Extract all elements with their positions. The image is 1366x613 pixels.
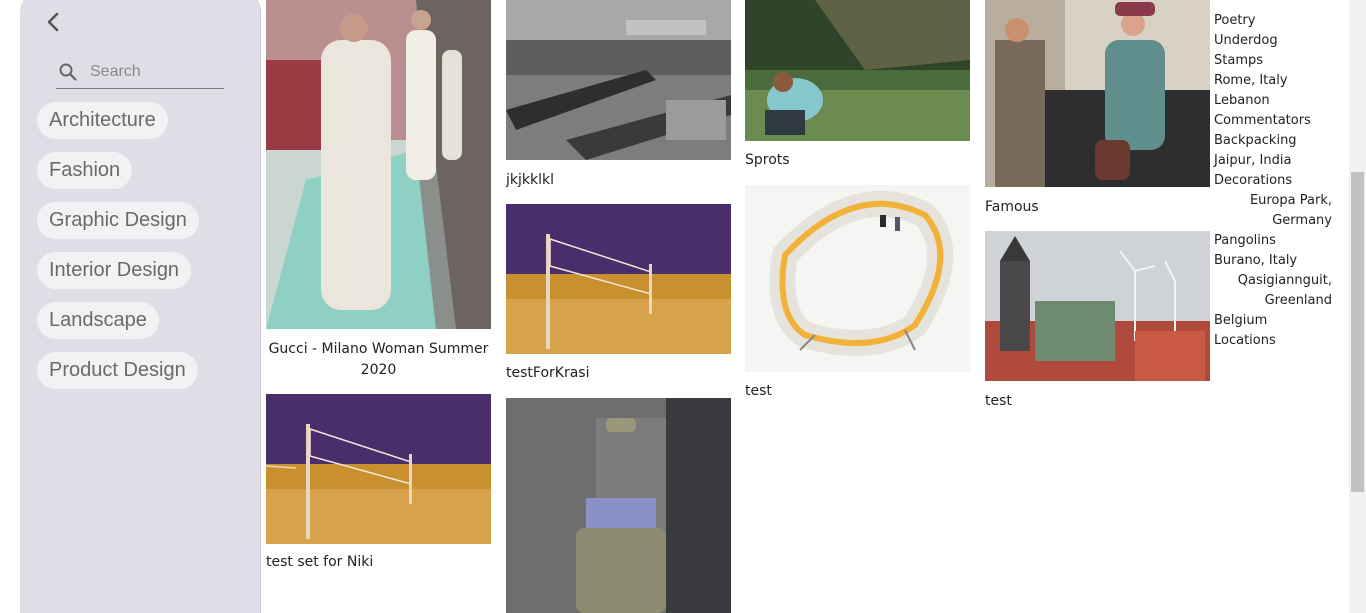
fashion-handbag-image	[506, 398, 731, 613]
collection-card[interactable]: jkjkklkl	[506, 0, 731, 188]
tag-item[interactable]: Locations	[1214, 331, 1344, 351]
historic-harbor-image	[506, 0, 731, 160]
category-chip-landscape[interactable]: Landscape	[37, 302, 159, 339]
tag-item[interactable]: Rome, Italy	[1214, 71, 1344, 91]
search-icon	[59, 63, 77, 81]
card-caption: jkjkklkl	[506, 172, 554, 188]
golf-sand-shot-image	[745, 0, 970, 141]
tag-item[interactable]: Stamps	[1214, 51, 1344, 71]
chevron-left-icon[interactable]	[42, 10, 66, 34]
category-chip-list: Architecture Fashion Graphic Design Inte…	[37, 102, 199, 402]
collection-card[interactable]: testForKrasi	[506, 204, 731, 381]
search-box	[56, 56, 224, 89]
volleyball-net-image	[266, 394, 491, 544]
collection-card[interactable]	[506, 398, 731, 613]
collection-card[interactable]: test	[985, 231, 1210, 409]
card-caption: Gucci - Milano Woman Summer 2020	[268, 341, 489, 378]
search-input[interactable]	[88, 62, 222, 82]
tag-item[interactable]: Backpacking	[1214, 131, 1344, 151]
category-chip-interior-design[interactable]: Interior Design	[37, 252, 192, 289]
collection-card[interactable]: Sprots	[745, 0, 970, 168]
tag-item[interactable]: Poetry	[1214, 11, 1344, 31]
collection-card[interactable]: test set for Niki	[266, 394, 491, 570]
fashion-runway-image	[266, 0, 491, 329]
category-chip-architecture[interactable]: Architecture	[37, 102, 168, 139]
category-sidebar: Architecture Fashion Graphic Design Inte…	[20, 0, 261, 613]
tag-item[interactable]: Qasigiannguit,	[1214, 271, 1344, 291]
tag-item[interactable]: Pangolins	[1214, 231, 1344, 251]
page-scrollbar[interactable]	[1349, 0, 1366, 613]
volleyball-net-image	[506, 204, 731, 354]
card-caption: Famous	[985, 199, 1039, 215]
collection-card[interactable]: Famous	[985, 0, 1210, 215]
bookshelf-product-image	[745, 185, 970, 372]
tag-item[interactable]: Decorations	[1214, 171, 1344, 191]
town-windmills-image	[985, 231, 1210, 381]
card-caption: test	[745, 383, 772, 399]
scrollbar-thumb[interactable]	[1351, 172, 1364, 492]
collection-card[interactable]: test	[745, 185, 970, 399]
card-caption: test	[985, 393, 1012, 409]
tag-item-continued[interactable]: Greenland	[1214, 291, 1344, 311]
tag-item[interactable]: Commentators	[1214, 111, 1344, 131]
tag-item[interactable]: Jaipur, India	[1214, 151, 1344, 171]
card-caption: testForKrasi	[506, 365, 590, 381]
street-photo-image	[985, 0, 1210, 187]
tag-item[interactable]: Lebanon	[1214, 91, 1344, 111]
tag-item[interactable]: Europa Park,	[1214, 191, 1344, 211]
tag-item[interactable]: Burano, Italy	[1214, 251, 1344, 271]
tag-item[interactable]: Belgium	[1214, 311, 1344, 331]
category-chip-fashion[interactable]: Fashion	[37, 152, 133, 189]
card-caption: Sprots	[745, 152, 790, 168]
tag-item-continued[interactable]: Germany	[1214, 211, 1344, 231]
category-chip-product-design[interactable]: Product Design	[37, 352, 198, 389]
collection-card[interactable]: Gucci - Milano Woman Summer 2020	[266, 0, 491, 381]
tag-item[interactable]: Underdog	[1214, 31, 1344, 51]
card-caption: test set for Niki	[266, 554, 374, 570]
category-chip-graphic-design[interactable]: Graphic Design	[37, 202, 199, 239]
tag-list: Poetry Underdog Stamps Rome, Italy Leban…	[1214, 11, 1344, 351]
